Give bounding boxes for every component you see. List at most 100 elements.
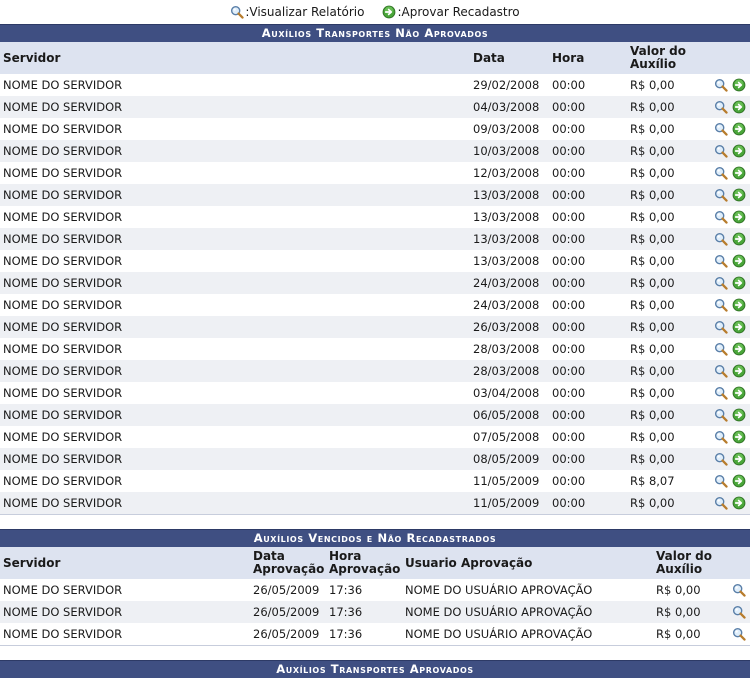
hora-cell: 00:00 xyxy=(549,74,627,96)
table-row: NOME DO SERVIDOR 24/03/2008 00:00 R$ 0,00 xyxy=(0,272,750,294)
approve-recadastro-icon[interactable] xyxy=(732,188,746,202)
view-report-icon[interactable] xyxy=(714,430,728,444)
approve-recadastro-icon[interactable] xyxy=(732,210,746,224)
view-report-icon[interactable] xyxy=(714,320,728,334)
hora-cell: 00:00 xyxy=(549,228,627,250)
view-report-icon[interactable] xyxy=(714,298,728,312)
section-approved-title: Auxílios Transportes Aprovados xyxy=(0,660,750,678)
hora-cell: 00:00 xyxy=(549,250,627,272)
approve-recadastro-icon[interactable] xyxy=(732,496,746,510)
approve-recadastro-icon[interactable] xyxy=(732,254,746,268)
view-report-icon[interactable] xyxy=(714,474,728,488)
legend-approve: :Aprovar Recadastro xyxy=(382,5,520,19)
view-report-icon[interactable] xyxy=(732,627,746,641)
row-actions xyxy=(727,623,750,645)
view-report-icon[interactable] xyxy=(714,100,728,114)
servidor-cell: NOME DO SERVIDOR xyxy=(0,338,470,360)
approve-recadastro-icon[interactable] xyxy=(732,386,746,400)
view-report-icon[interactable] xyxy=(714,166,728,180)
col-valor: Valor do Auxílio xyxy=(653,547,727,579)
data-cell: 29/02/2008 xyxy=(470,74,549,96)
magnifier-icon xyxy=(230,5,244,19)
approve-recadastro-icon[interactable] xyxy=(732,298,746,312)
view-report-icon[interactable] xyxy=(714,408,728,422)
valor-cell: R$ 0,00 xyxy=(627,228,707,250)
view-report-icon[interactable] xyxy=(714,144,728,158)
row-actions xyxy=(707,228,750,250)
view-report-icon[interactable] xyxy=(714,386,728,400)
approve-recadastro-icon[interactable] xyxy=(732,364,746,378)
approve-recadastro-icon[interactable] xyxy=(732,144,746,158)
view-report-icon[interactable] xyxy=(714,276,728,290)
data-cell: 12/03/2008 xyxy=(470,162,549,184)
servidor-cell: NOME DO SERVIDOR xyxy=(0,360,470,382)
table-row: NOME DO SERVIDOR 26/05/2009 17:36 NOME DO U… xyxy=(0,623,750,645)
approve-recadastro-icon[interactable] xyxy=(732,342,746,356)
col-actions xyxy=(727,547,750,579)
approve-recadastro-icon[interactable] xyxy=(732,430,746,444)
view-report-icon[interactable] xyxy=(714,254,728,268)
approve-recadastro-icon[interactable] xyxy=(732,78,746,92)
approve-recadastro-icon[interactable] xyxy=(732,166,746,180)
hora-cell: 00:00 xyxy=(549,470,627,492)
expired-table: Servidor Data Aprovação Hora Aprovação U… xyxy=(0,547,750,645)
view-report-icon[interactable] xyxy=(714,188,728,202)
section-not-approved-title: Auxílios Transportes Não Aprovados xyxy=(0,24,750,42)
view-report-icon[interactable] xyxy=(714,452,728,466)
data-aprovacao-cell: 26/05/2009 xyxy=(250,579,326,601)
view-report-icon[interactable] xyxy=(714,122,728,136)
row-actions xyxy=(707,382,750,404)
hora-cell: 00:00 xyxy=(549,140,627,162)
expired-rows: NOME DO SERVIDOR 26/05/2009 17:36 NOME DO U… xyxy=(0,579,750,645)
valor-cell: R$ 0,00 xyxy=(653,579,727,601)
hora-cell: 00:00 xyxy=(549,448,627,470)
data-cell: 13/03/2008 xyxy=(470,228,549,250)
row-actions xyxy=(707,96,750,118)
view-report-icon[interactable] xyxy=(714,210,728,224)
table-header-row: Servidor Data Hora Valor do Auxílio xyxy=(0,42,750,74)
approve-recadastro-icon[interactable] xyxy=(732,474,746,488)
col-servidor: Servidor xyxy=(0,42,470,74)
approve-recadastro-icon[interactable] xyxy=(732,232,746,246)
valor-cell: R$ 0,00 xyxy=(627,426,707,448)
approve-recadastro-icon[interactable] xyxy=(732,408,746,422)
data-cell: 06/05/2008 xyxy=(470,404,549,426)
view-report-icon[interactable] xyxy=(732,583,746,597)
table-row: NOME DO SERVIDOR 24/03/2008 00:00 R$ 0,00 xyxy=(0,294,750,316)
hora-cell: 00:00 xyxy=(549,96,627,118)
data-cell: 28/03/2008 xyxy=(470,360,549,382)
servidor-cell: NOME DO SERVIDOR xyxy=(0,228,470,250)
usuario-aprovacao-cell: NOME DO USUÁRIO APROVAÇÃO xyxy=(402,601,653,623)
view-report-icon[interactable] xyxy=(732,605,746,619)
hora-cell: 00:00 xyxy=(549,294,627,316)
section-expired: Auxílios Vencidos e Não Recadastrados Se… xyxy=(0,529,750,646)
table-row: NOME DO SERVIDOR 08/05/2009 00:00 R$ 0,00 xyxy=(0,448,750,470)
servidor-cell: NOME DO SERVIDOR xyxy=(0,426,470,448)
servidor-cell: NOME DO SERVIDOR xyxy=(0,74,470,96)
approve-recadastro-icon[interactable] xyxy=(732,100,746,114)
col-usuario-aprovacao: Usuario Aprovação xyxy=(402,547,653,579)
approve-recadastro-icon[interactable] xyxy=(732,122,746,136)
approve-recadastro-icon[interactable] xyxy=(732,452,746,466)
row-actions xyxy=(707,184,750,206)
table-row: NOME DO SERVIDOR 10/03/2008 00:00 R$ 0,00 xyxy=(0,140,750,162)
col-hora: Hora xyxy=(549,42,627,74)
approve-recadastro-icon[interactable] xyxy=(732,276,746,290)
view-report-icon[interactable] xyxy=(714,496,728,510)
table-row: NOME DO SERVIDOR 28/03/2008 00:00 R$ 0,00 xyxy=(0,338,750,360)
view-report-icon[interactable] xyxy=(714,78,728,92)
servidor-cell: NOME DO SERVIDOR xyxy=(0,601,250,623)
valor-cell: R$ 0,00 xyxy=(627,74,707,96)
view-report-icon[interactable] xyxy=(714,232,728,246)
approve-recadastro-icon[interactable] xyxy=(732,320,746,334)
hora-aprovacao-cell: 17:36 xyxy=(326,623,402,645)
view-report-icon[interactable] xyxy=(714,364,728,378)
table-row: NOME DO SERVIDOR 09/03/2008 00:00 R$ 0,00 xyxy=(0,118,750,140)
row-actions xyxy=(707,470,750,492)
view-report-icon[interactable] xyxy=(714,342,728,356)
hora-cell: 00:00 xyxy=(549,404,627,426)
servidor-cell: NOME DO SERVIDOR xyxy=(0,404,470,426)
row-actions xyxy=(707,492,750,514)
servidor-cell: NOME DO SERVIDOR xyxy=(0,96,470,118)
valor-cell: R$ 0,00 xyxy=(627,184,707,206)
